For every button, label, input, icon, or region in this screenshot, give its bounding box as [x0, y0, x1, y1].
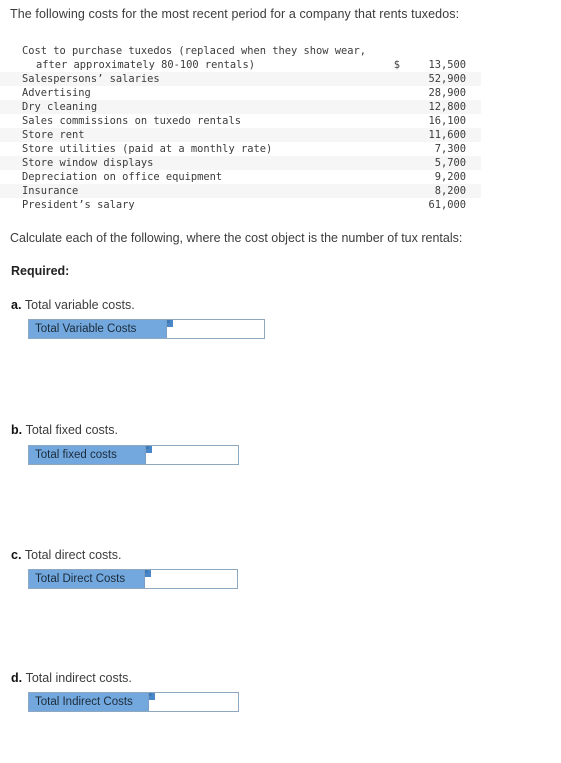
question-a-marker: a. — [11, 298, 25, 312]
answer-widget-a-field[interactable] — [166, 320, 264, 338]
cost-label: Insurance — [0, 184, 378, 198]
answer-widget-c-field[interactable] — [144, 570, 237, 588]
question-b-prompt: Total fixed costs. — [25, 423, 118, 437]
table-row: Sales commissions on tuxedo rentals 16,1… — [0, 114, 481, 128]
cost-currency — [378, 170, 404, 184]
question-b: b. Total fixed costs. — [11, 423, 118, 437]
cost-table-body: Cost to purchase tuxedos (replaced when … — [0, 44, 481, 212]
answer-widget-d[interactable]: Total Indirect Costs — [28, 692, 239, 712]
table-row: Insurance 8,200 — [0, 184, 481, 198]
table-row: Advertising 28,900 — [0, 86, 481, 100]
cost-label: Store utilities (paid at a monthly rate) — [22, 143, 273, 155]
table-row: Store window displays 5,700 — [0, 156, 481, 170]
cost-currency: $ — [393, 59, 400, 71]
total-direct-costs-input[interactable] — [153, 571, 235, 587]
cost-currency — [378, 128, 404, 142]
question-c: c. Total direct costs. — [11, 548, 121, 562]
total-indirect-costs-input[interactable] — [157, 694, 236, 710]
cost-value: 16,100 — [428, 115, 466, 127]
dropdown-tab-icon — [167, 320, 173, 327]
cost-label: Store rent — [0, 128, 378, 142]
table-row: Cost to purchase tuxedos (replaced when … — [0, 44, 481, 58]
cost-value: 61,000 — [428, 199, 466, 211]
table-row: Dry cleaning 12,800 — [0, 100, 481, 114]
dropdown-tab-icon — [146, 446, 152, 453]
cost-table: Cost to purchase tuxedos (replaced when … — [0, 44, 481, 212]
dropdown-tab-icon — [145, 570, 151, 577]
question-c-prompt: Total direct costs. — [24, 548, 122, 562]
cost-label: Salespersons’ salaries — [0, 72, 378, 86]
cost-value: 12,800 — [404, 100, 481, 114]
cost-value: 5,700 — [404, 156, 481, 170]
required-heading: Required: — [11, 264, 70, 278]
cost-currency — [378, 72, 404, 86]
cost-currency — [378, 184, 404, 198]
total-fixed-costs-input[interactable] — [154, 447, 236, 463]
question-a-prompt: Total variable costs. — [24, 298, 135, 312]
cost-currency — [378, 156, 404, 170]
cost-label: Store window displays — [0, 156, 378, 170]
answer-widget-d-field[interactable] — [148, 693, 238, 711]
table-row: President’s salary 61,000 — [0, 198, 481, 212]
cost-label: President’s salary — [22, 199, 135, 211]
answer-widget-c[interactable]: Total Direct Costs — [28, 569, 238, 589]
table-row: Depreciation on office equipment 9,200 — [0, 170, 481, 184]
intro-paragraph: The following costs for the most recent … — [10, 7, 460, 21]
question-d: d. Total indirect costs. — [11, 671, 132, 685]
cost-currency — [378, 86, 404, 100]
answer-widget-a[interactable]: Total Variable Costs — [28, 319, 265, 339]
question-a: a. Total variable costs. — [11, 298, 135, 312]
question-d-marker: d. — [11, 671, 26, 685]
cost-currency — [378, 44, 404, 58]
answer-widget-a-label: Total Variable Costs — [29, 320, 166, 338]
table-row: Salespersons’ salaries 52,900 — [0, 72, 481, 86]
table-row: Store rent 11,600 — [0, 128, 481, 142]
cost-value: 11,600 — [404, 128, 481, 142]
cost-currency — [378, 114, 404, 128]
cost-label: after approximately 80-100 rentals) — [36, 59, 255, 71]
answer-widget-c-label: Total Direct Costs — [29, 570, 144, 588]
cost-currency — [378, 142, 404, 156]
total-variable-costs-input[interactable] — [175, 321, 262, 337]
cost-value: 9,200 — [434, 171, 466, 183]
cost-value: 28,900 — [428, 87, 466, 99]
answer-widget-b-label: Total fixed costs — [29, 446, 145, 464]
question-d-prompt: Total indirect costs. — [25, 671, 132, 685]
cost-value: 7,300 — [434, 143, 466, 155]
table-row: after approximately 80-100 rentals) $ 13… — [0, 58, 481, 72]
table-row: Store utilities (paid at a monthly rate)… — [0, 142, 481, 156]
cost-value: 8,200 — [404, 184, 481, 198]
cost-value — [404, 44, 481, 58]
cost-value: 52,900 — [404, 72, 481, 86]
cost-currency — [378, 198, 404, 212]
cost-label: Depreciation on office equipment — [22, 171, 223, 183]
answer-widget-b-field[interactable] — [145, 446, 238, 464]
cost-value: 13,500 — [428, 59, 466, 71]
cost-label: Sales commissions on tuxedo rentals — [22, 115, 241, 127]
question-c-marker: c. — [11, 548, 25, 562]
answer-widget-d-label: Total Indirect Costs — [29, 693, 148, 711]
calculate-instruction: Calculate each of the following, where t… — [10, 231, 463, 245]
cost-label: Dry cleaning — [0, 100, 378, 114]
answer-widget-b[interactable]: Total fixed costs — [28, 445, 239, 465]
cost-label: Cost to purchase tuxedos (replaced when … — [22, 45, 367, 57]
cost-currency — [378, 100, 404, 114]
dropdown-tab-icon — [149, 693, 155, 700]
cost-label: Advertising — [22, 87, 91, 99]
question-b-marker: b. — [11, 423, 26, 437]
